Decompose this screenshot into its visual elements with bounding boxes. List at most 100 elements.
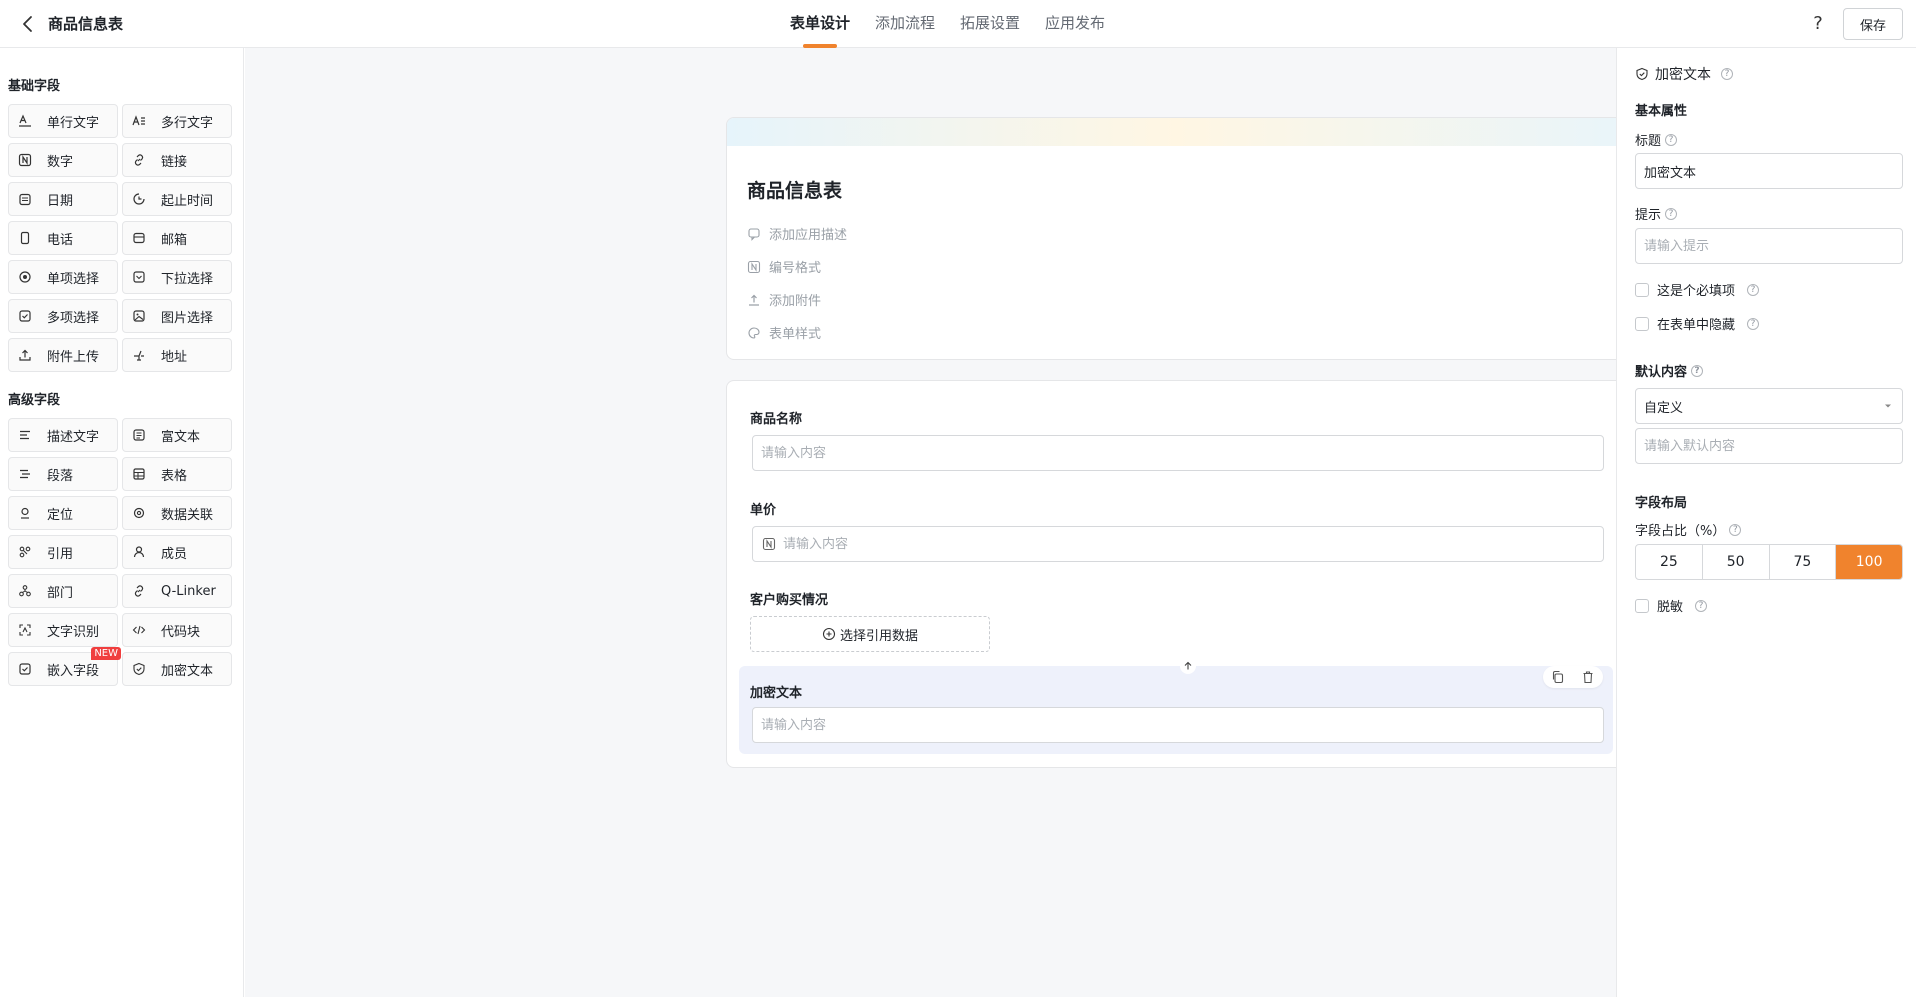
code-icon xyxy=(131,622,147,638)
help-circle-icon[interactable]: ? xyxy=(1721,68,1733,80)
calendar-icon xyxy=(17,191,33,207)
ratio-option-100[interactable]: 100 xyxy=(1836,545,1902,579)
image-icon xyxy=(131,308,147,324)
field-phone[interactable]: 电话 xyxy=(8,221,118,255)
help-circle-icon[interactable]: ? xyxy=(1747,317,1760,330)
dropdown-icon xyxy=(131,269,147,285)
required-checkbox[interactable]: 这是个必填项 ? xyxy=(1635,280,1760,299)
single-line-text-icon xyxy=(17,113,33,129)
field-rich-text[interactable]: 富文本 xyxy=(122,418,232,452)
save-button[interactable]: 保存 xyxy=(1843,8,1903,40)
field-label-product-name: 商品名称 xyxy=(750,412,803,427)
arrow-up-icon[interactable] xyxy=(1180,658,1196,674)
help-circle-icon[interactable]: ? xyxy=(1729,523,1742,536)
field-location[interactable]: 定位 xyxy=(8,496,118,530)
add-description-link[interactable]: 添加应用描述 xyxy=(747,224,847,243)
tab-add-flow[interactable]: 添加流程 xyxy=(875,0,935,48)
trash-icon[interactable] xyxy=(1581,670,1595,684)
field-department[interactable]: 部门 xyxy=(8,574,118,608)
field-address[interactable]: 地址 xyxy=(122,338,232,372)
default-content-select[interactable]: 自定义 xyxy=(1635,388,1903,424)
basic-fields-title: 基础字段 xyxy=(8,79,61,94)
hide-in-form-checkbox[interactable]: 在表单中隐藏 ? xyxy=(1635,314,1760,333)
form-style-link[interactable]: 表单样式 xyxy=(747,323,821,342)
field-layout-title: 字段布局 xyxy=(1635,496,1688,511)
field-image-select[interactable]: 图片选择 xyxy=(122,299,232,333)
field-ratio-segmented: 25 50 75 100 xyxy=(1635,544,1903,580)
location-icon xyxy=(17,505,33,521)
field-time-range[interactable]: 起止时间 xyxy=(122,182,232,216)
basic-fields-grid: 单行文字 多行文字 数字 链接 日期 起止时间 电话 邮箱 单项选择 下拉选择 … xyxy=(8,104,232,372)
data-link-icon xyxy=(131,505,147,521)
field-single-select[interactable]: 单项选择 xyxy=(8,260,118,294)
field-link[interactable]: 链接 xyxy=(122,143,232,177)
field-single-line-text[interactable]: 单行文字 xyxy=(8,104,118,138)
field-label-unit-price: 单价 xyxy=(750,503,777,518)
help-circle-icon[interactable]: ? xyxy=(1747,283,1760,296)
upload-icon xyxy=(747,293,761,307)
tab-extend-settings[interactable]: 拓展设置 xyxy=(960,0,1020,48)
field-description-text[interactable]: 描述文字 xyxy=(8,418,118,452)
link-icon xyxy=(131,152,147,168)
field-code-block[interactable]: 代码块 xyxy=(122,613,232,647)
field-number[interactable]: 数字 xyxy=(8,143,118,177)
desensitize-checkbox[interactable]: 脱敏 ? xyxy=(1635,596,1708,615)
help-circle-icon[interactable]: ? xyxy=(1695,599,1708,612)
field-member[interactable]: 成员 xyxy=(122,535,232,569)
selected-field-encrypted-text[interactable]: 加密文本 xyxy=(739,658,1613,754)
app-title: 商品信息表 xyxy=(48,15,124,33)
copy-icon[interactable] xyxy=(1551,670,1565,684)
field-date[interactable]: 日期 xyxy=(8,182,118,216)
form-title[interactable]: 商品信息表 xyxy=(747,176,842,203)
encrypted-text-input[interactable] xyxy=(752,707,1604,743)
checkbox[interactable] xyxy=(1635,598,1649,613)
help-icon[interactable]: ? xyxy=(1806,12,1830,36)
q-linker-icon xyxy=(131,583,147,599)
field-library-panel: 基础字段 单行文字 多行文字 数字 链接 日期 起止时间 电话 邮箱 单项选择 … xyxy=(0,48,244,997)
table-icon xyxy=(131,466,147,482)
help-circle-icon[interactable]: ? xyxy=(1665,133,1678,146)
field-embed[interactable]: 嵌入字段 NEW xyxy=(8,647,121,686)
hint-label: 提示 ? xyxy=(1635,204,1678,223)
main-tabs: 表单设计 添加流程 拓展设置 应用发布 xyxy=(790,0,1105,48)
tab-form-design[interactable]: 表单设计 xyxy=(790,0,850,48)
field-dropdown[interactable]: 下拉选择 xyxy=(122,260,232,294)
ratio-option-75[interactable]: 75 xyxy=(1770,545,1837,579)
field-q-linker[interactable]: Q-Linker xyxy=(122,574,232,608)
ratio-option-50[interactable]: 50 xyxy=(1703,545,1770,579)
help-circle-icon[interactable]: ? xyxy=(1665,207,1678,220)
checkbox-icon xyxy=(17,308,33,324)
checkbox[interactable] xyxy=(1635,316,1649,331)
field-paragraph[interactable]: 段落 xyxy=(8,457,118,491)
title-input[interactable] xyxy=(1635,153,1903,189)
product-name-input[interactable] xyxy=(752,435,1604,471)
field-reference[interactable]: 引用 xyxy=(8,535,118,569)
back-arrow-icon[interactable] xyxy=(16,12,40,36)
field-attachment-upload[interactable]: 附件上传 xyxy=(8,338,118,372)
multi-line-text-icon xyxy=(131,113,147,129)
add-attachment-link[interactable]: 添加附件 xyxy=(747,290,821,309)
field-multi-select[interactable]: 多项选择 xyxy=(8,299,118,333)
number-format-icon xyxy=(747,260,761,274)
field-table[interactable]: 表格 xyxy=(122,457,232,491)
address-icon xyxy=(131,347,147,363)
ratio-option-25[interactable]: 25 xyxy=(1636,545,1703,579)
field-ocr[interactable]: 文字识别 xyxy=(8,613,118,647)
unit-price-input[interactable] xyxy=(752,526,1604,562)
number-format-link[interactable]: 编号格式 xyxy=(747,257,821,276)
plus-circle-icon xyxy=(822,627,836,641)
description-icon xyxy=(17,427,33,443)
select-reference-data-button[interactable]: 选择引用数据 xyxy=(750,616,990,652)
new-badge: NEW xyxy=(91,647,121,660)
tab-app-publish[interactable]: 应用发布 xyxy=(1045,0,1105,48)
hint-input[interactable] xyxy=(1635,228,1903,264)
field-multi-line-text[interactable]: 多行文字 xyxy=(122,104,232,138)
checkbox[interactable] xyxy=(1635,282,1649,297)
paragraph-icon xyxy=(17,466,33,482)
field-encrypted-text[interactable]: 加密文本 xyxy=(122,652,232,686)
default-content-input[interactable] xyxy=(1635,428,1903,464)
field-email[interactable]: 邮箱 xyxy=(122,221,232,255)
help-circle-icon[interactable]: ? xyxy=(1691,364,1704,377)
number-icon xyxy=(762,537,776,551)
field-data-link[interactable]: 数据关联 xyxy=(122,496,232,530)
